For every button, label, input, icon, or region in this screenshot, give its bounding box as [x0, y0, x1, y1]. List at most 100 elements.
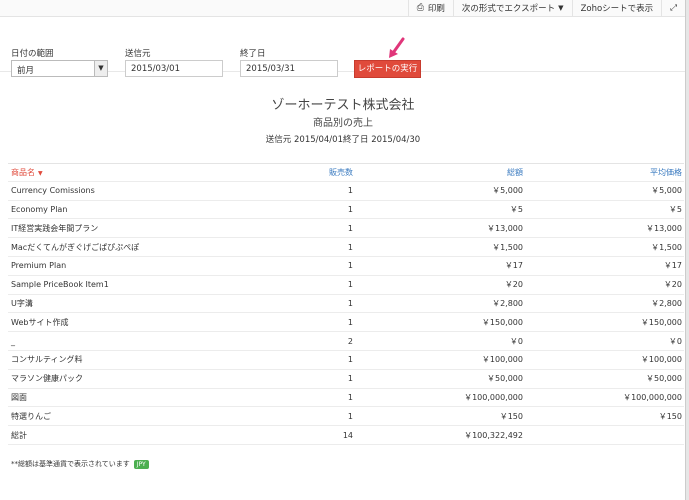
- cell-quantity: 2: [347, 336, 353, 346]
- cell-quantity: 1: [347, 374, 353, 384]
- print-button[interactable]: ⎙ 印刷: [407, 0, 453, 17]
- cell-total: ￥13,000: [487, 223, 523, 233]
- chevron-down-icon: ▼: [558, 4, 564, 12]
- table-row: U字溝 1 ￥2,800 ￥2,800: [8, 295, 684, 314]
- cell-total: ￥50,000: [487, 374, 523, 384]
- cell-product: Macだくてんがぎぐげごぱぴぷぺぽ: [11, 242, 140, 252]
- cell-average: ￥100,000: [640, 355, 682, 365]
- to-date-input[interactable]: 2015/03/31: [240, 60, 338, 77]
- currency-note: **総額は基準通貨で表示されています: [11, 460, 130, 468]
- footer-note: **総額は基準通貨で表示されています JPY: [11, 459, 149, 469]
- table-row: Premium Plan 1 ￥17 ￥17: [8, 257, 684, 276]
- cell-average: ￥150,000: [640, 317, 682, 327]
- table-row: 特選りんご 1 ￥150 ￥150: [8, 407, 684, 427]
- cell-average: ￥1,500: [651, 242, 682, 252]
- cell-product: Webサイト作成: [11, 317, 69, 327]
- table-row: マラソン健康パック 1 ￥50,000 ￥50,000: [8, 370, 684, 389]
- cell-product: 図面: [11, 392, 27, 402]
- cell-product: IT経営実践会年間プラン: [11, 223, 99, 233]
- pointer-arrow-icon: [389, 37, 405, 58]
- cell-average: ￥5: [668, 204, 682, 214]
- date-range-value: 前月: [17, 66, 35, 76]
- table-row: Currency Comissions 1 ￥5,000 ￥5,000: [8, 182, 684, 201]
- sheet-label: Zohoシートで表示: [580, 4, 654, 14]
- date-range-select[interactable]: 前月 ▼: [11, 60, 108, 77]
- sales-table: 商品名 ▼ 販売数 総額 平均価格 Currency Comissions 1 ￥5,…: [8, 163, 684, 445]
- cell-total: ￥20: [504, 280, 523, 290]
- from-date-label: 送信元: [125, 49, 151, 59]
- export-dropdown[interactable]: 次の形式でエクスポート ▼: [452, 0, 572, 17]
- cell-product: 特選りんご: [11, 411, 51, 421]
- table-row: Economy Plan 1 ￥5 ￥5: [8, 201, 684, 220]
- cell-quantity: 1: [347, 186, 353, 196]
- cell-total: ￥2,800: [492, 298, 523, 308]
- cell-total: ￥150: [499, 411, 523, 421]
- cell-quantity: 1: [347, 204, 353, 214]
- cell-total: ￥1,500: [492, 242, 523, 252]
- table-row: Webサイト作成 1 ￥150,000 ￥150,000: [8, 313, 684, 333]
- expand-button[interactable]: ⤢: [661, 0, 685, 17]
- cell-product: Sample PriceBook Item1: [11, 280, 109, 290]
- cell-quantity: 1: [347, 242, 353, 252]
- cell-quantity: 1: [347, 298, 353, 308]
- cell-product: Premium Plan: [11, 261, 67, 271]
- table-row: IT経営実践会年間プラン 1 ￥13,000 ￥13,000: [8, 219, 684, 239]
- chevron-down-icon: ▼: [94, 61, 107, 76]
- cell-average: ￥20: [663, 280, 682, 290]
- column-header-total[interactable]: 総額: [353, 167, 523, 178]
- cell-total: ￥5: [509, 204, 523, 214]
- column-header-average[interactable]: 平均価格: [523, 167, 684, 178]
- cell-total: ￥100,000: [481, 355, 523, 365]
- total-label: 総計: [11, 430, 27, 440]
- cell-quantity: 1: [347, 392, 353, 402]
- report-period: 送信元 2015/04/01終了日 2015/04/30: [265, 135, 421, 145]
- table-row: 図面 1 ￥100,000,000 ￥100,000,000: [8, 389, 684, 408]
- table-row: コンサルティング料 1 ￥100,000 ￥100,000: [8, 351, 684, 370]
- cell-average: ￥50,000: [646, 374, 682, 384]
- cell-average: ￥100,000,000: [623, 392, 682, 402]
- table-row: Sample PriceBook Item1 1 ￥20 ￥20: [8, 276, 684, 295]
- report-title: 商品別の売上: [313, 118, 373, 129]
- view-in-sheet-button[interactable]: Zohoシートで表示: [571, 0, 662, 17]
- to-date-label: 終了日: [240, 49, 266, 59]
- cell-quantity: 1: [347, 280, 353, 290]
- currency-badge: JPY: [133, 459, 149, 469]
- cell-product: Economy Plan: [11, 204, 68, 214]
- filter-bar: 日付の範囲 前月 ▼ 送信元 2015/03/01 終了日 2015/03/31…: [0, 17, 685, 78]
- column-header-quantity[interactable]: 販売数: [188, 167, 353, 178]
- expand-icon: ⤢: [670, 3, 677, 13]
- export-label: 次の形式でエクスポート: [461, 4, 556, 14]
- company-name: ゾーホーテスト株式会社: [271, 98, 415, 113]
- total-quantity: 14: [342, 430, 353, 440]
- date-range-label: 日付の範囲: [11, 49, 54, 59]
- report-window: ⎙ 印刷 次の形式でエクスポート ▼ Zohoシートで表示 ⤢ 日付の範囲 前月…: [0, 0, 686, 500]
- cell-total: ￥17: [504, 261, 523, 271]
- cell-total: ￥150,000: [481, 317, 523, 327]
- cell-quantity: 1: [347, 223, 353, 233]
- cell-product: U字溝: [11, 298, 33, 308]
- cell-total: ￥100,000,000: [464, 392, 523, 402]
- toolbar: ⎙ 印刷 次の形式でエクスポート ▼ Zohoシートで表示 ⤢: [0, 0, 685, 17]
- cell-average: ￥13,000: [646, 223, 682, 233]
- column-header-product[interactable]: 商品名 ▼: [8, 167, 188, 178]
- cell-average: ￥17: [663, 261, 682, 271]
- cell-average: ￥5,000: [651, 186, 682, 196]
- from-date-input[interactable]: 2015/03/01: [125, 60, 223, 77]
- cell-quantity: 1: [347, 411, 353, 421]
- run-report-button[interactable]: レポートの実行: [354, 60, 421, 78]
- cell-quantity: 1: [347, 355, 353, 365]
- cell-average: ￥2,800: [651, 298, 682, 308]
- cell-product: マラソン健康パック: [11, 374, 83, 384]
- printer-icon: ⎙: [416, 3, 424, 13]
- cell-quantity: 1: [347, 261, 353, 271]
- cell-average: ￥0: [668, 336, 682, 346]
- table-row: _ 2 ￥0 ￥0: [8, 332, 684, 351]
- table-header: 商品名 ▼ 販売数 総額 平均価格: [8, 163, 684, 182]
- table-row: Macだくてんがぎぐげごぱぴぷぺぽ 1 ￥1,500 ￥1,500: [8, 238, 684, 257]
- cell-total: ￥5,000: [492, 186, 523, 196]
- cell-product: コンサルティング料: [11, 355, 83, 365]
- print-label: 印刷: [427, 4, 445, 14]
- cell-product: _: [11, 336, 15, 346]
- cell-total: ￥0: [509, 336, 523, 346]
- cell-product: Currency Comissions: [11, 186, 95, 196]
